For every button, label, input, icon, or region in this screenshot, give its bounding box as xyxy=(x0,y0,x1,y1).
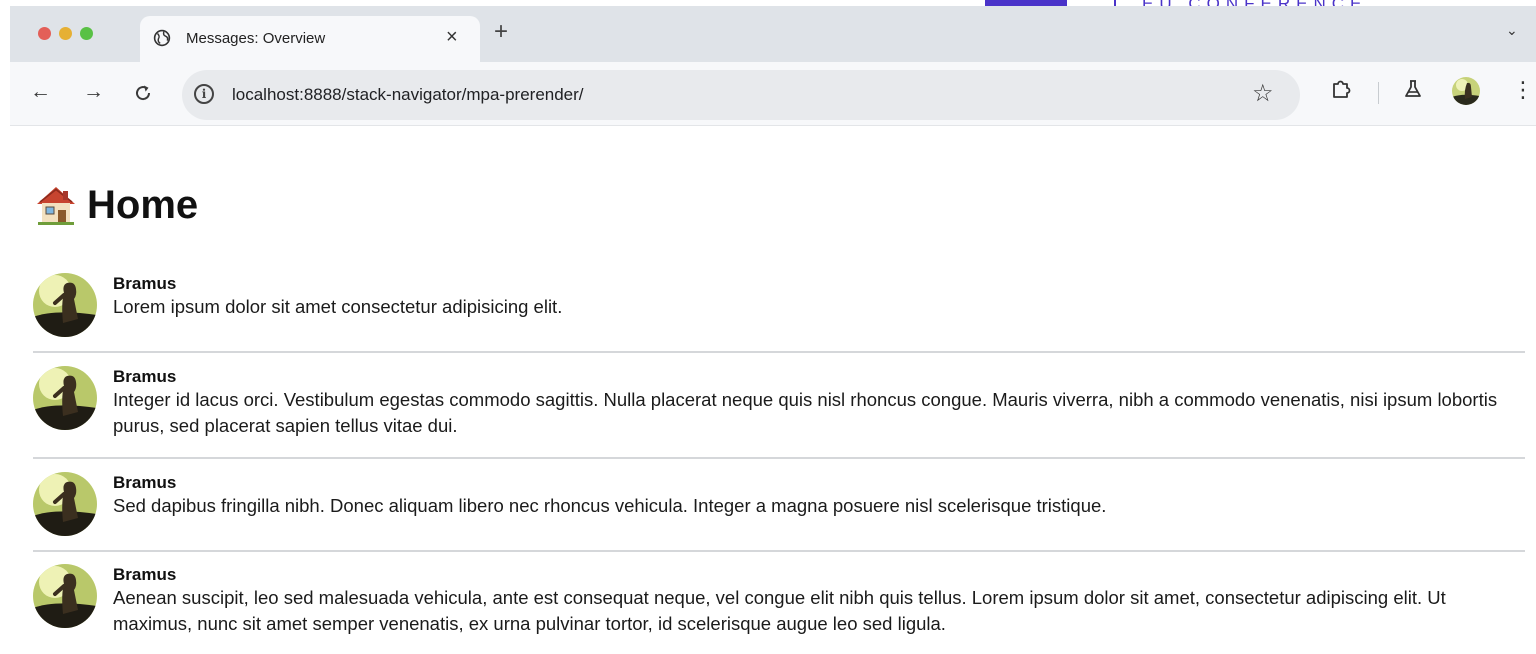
toolbar-separator xyxy=(1378,82,1379,104)
avatar xyxy=(33,472,97,536)
browser-tab-active[interactable]: Messages: Overview × xyxy=(140,16,480,62)
flask-icon[interactable] xyxy=(1402,78,1424,100)
browser-toolbar: ← → i localhost:8888/stack-navigator/mpa… xyxy=(10,62,1536,126)
page-content: Home Bramus Lorem ipsum dolor sit amet c… xyxy=(0,127,1536,654)
avatar xyxy=(33,366,97,430)
window-minimize-button[interactable] xyxy=(59,27,72,40)
page-heading: Home xyxy=(33,181,198,229)
tab-close-icon[interactable]: × xyxy=(446,26,458,48)
window-close-button[interactable] xyxy=(38,27,51,40)
info-icon[interactable]: i xyxy=(194,84,214,104)
message-author: Bramus xyxy=(113,274,177,293)
url-text[interactable]: localhost:8888/stack-navigator/mpa-prere… xyxy=(232,85,584,105)
window-zoom-button[interactable] xyxy=(80,27,93,40)
house-icon xyxy=(37,187,75,225)
message-text: Sed dapibus fringilla nibh. Donec aliqua… xyxy=(113,495,1107,516)
puzzle-icon[interactable] xyxy=(1330,78,1352,100)
message-author: Bramus xyxy=(113,473,177,492)
avatar xyxy=(33,564,97,628)
forward-button[interactable]: → xyxy=(83,80,104,104)
kebab-menu-icon[interactable]: ⋮ xyxy=(1512,78,1534,102)
avatar xyxy=(33,273,97,337)
globe-icon xyxy=(153,29,171,47)
new-tab-button[interactable]: + xyxy=(494,20,508,44)
message-divider xyxy=(33,351,1525,353)
page-title: Home xyxy=(87,182,199,227)
message-divider xyxy=(33,457,1525,459)
tab-title: Messages: Overview xyxy=(186,30,326,47)
tab-search-chevron-icon[interactable]: ⌄ xyxy=(1506,22,1518,39)
message-text: Aenean suscipit, leo sed malesuada vehic… xyxy=(113,587,1446,634)
message-text: Integer id lacus orci. Vestibulum egesta… xyxy=(113,389,1498,436)
reload-icon[interactable] xyxy=(133,83,153,103)
back-button[interactable]: ← xyxy=(30,80,51,104)
star-icon[interactable]: ☆ xyxy=(1252,81,1274,107)
message-text: Lorem ipsum dolor sit amet consectetur a… xyxy=(113,296,563,317)
profile-avatar[interactable] xyxy=(1452,77,1480,105)
address-bar[interactable]: i localhost:8888/stack-navigator/mpa-pre… xyxy=(182,70,1300,120)
message-author: Bramus xyxy=(113,367,177,386)
browser-tab-strip: Messages: Overview × + ⌄ xyxy=(10,6,1536,62)
message-author: Bramus xyxy=(113,565,177,584)
message-divider xyxy=(33,550,1525,552)
